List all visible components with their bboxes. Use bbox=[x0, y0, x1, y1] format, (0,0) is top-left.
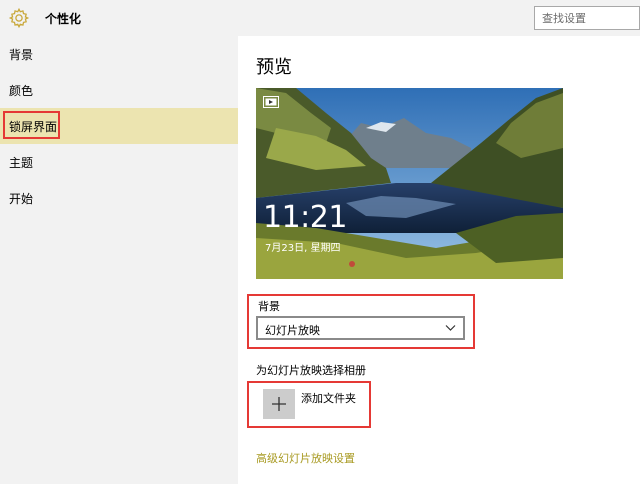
sidebar-item-label: 开始 bbox=[9, 192, 34, 206]
sidebar-item-lock-screen[interactable]: 锁屏界面 bbox=[0, 108, 238, 144]
sidebar-item-label: 主题 bbox=[9, 156, 34, 170]
app-title: 个性化 bbox=[45, 12, 82, 26]
sidebar-item-label: 锁屏界面 bbox=[9, 120, 58, 134]
slideshow-icon bbox=[263, 96, 279, 108]
sidebar-item-start[interactable]: 开始 bbox=[0, 180, 238, 216]
preview-heading: 预览 bbox=[256, 57, 292, 78]
advanced-slideshow-settings-link[interactable]: 高级幻灯片放映设置 bbox=[256, 450, 355, 466]
sidebar-item-label: 颜色 bbox=[9, 84, 34, 98]
sidebar-item-label: 背景 bbox=[9, 48, 34, 62]
sidebar-item-themes[interactable]: 主题 bbox=[0, 144, 238, 180]
title-bar: 个性化 bbox=[0, 0, 640, 36]
add-folder-button[interactable] bbox=[263, 389, 295, 419]
album-label: 为幻灯片放映选择相册 bbox=[256, 364, 366, 377]
add-folder-label[interactable]: 添加文件夹 bbox=[301, 390, 356, 406]
lock-screen-date: 7月23日, 星期四 bbox=[265, 243, 341, 254]
background-dropdown[interactable]: 幻灯片放映 bbox=[256, 316, 465, 340]
search-box[interactable] bbox=[534, 6, 640, 30]
gear-icon bbox=[8, 7, 30, 29]
sidebar-item-background[interactable]: 背景 bbox=[0, 36, 238, 72]
sidebar-item-colors[interactable]: 颜色 bbox=[0, 72, 238, 108]
main-content: 预览 11:21 7月23日, 星期四 背景 幻灯片放映 为幻灯片放映选择相册 … bbox=[238, 36, 640, 484]
background-selected-value: 幻灯片放映 bbox=[265, 324, 320, 337]
lock-screen-time: 11:21 bbox=[263, 200, 347, 235]
sidebar: 背景 颜色 锁屏界面 主题 开始 bbox=[0, 36, 238, 484]
background-label: 背景 bbox=[258, 300, 280, 313]
search-input[interactable] bbox=[535, 7, 639, 30]
lock-screen-preview: 11:21 7月23日, 星期四 bbox=[256, 88, 563, 279]
chevron-down-icon bbox=[445, 325, 456, 331]
plus-icon bbox=[272, 397, 286, 411]
